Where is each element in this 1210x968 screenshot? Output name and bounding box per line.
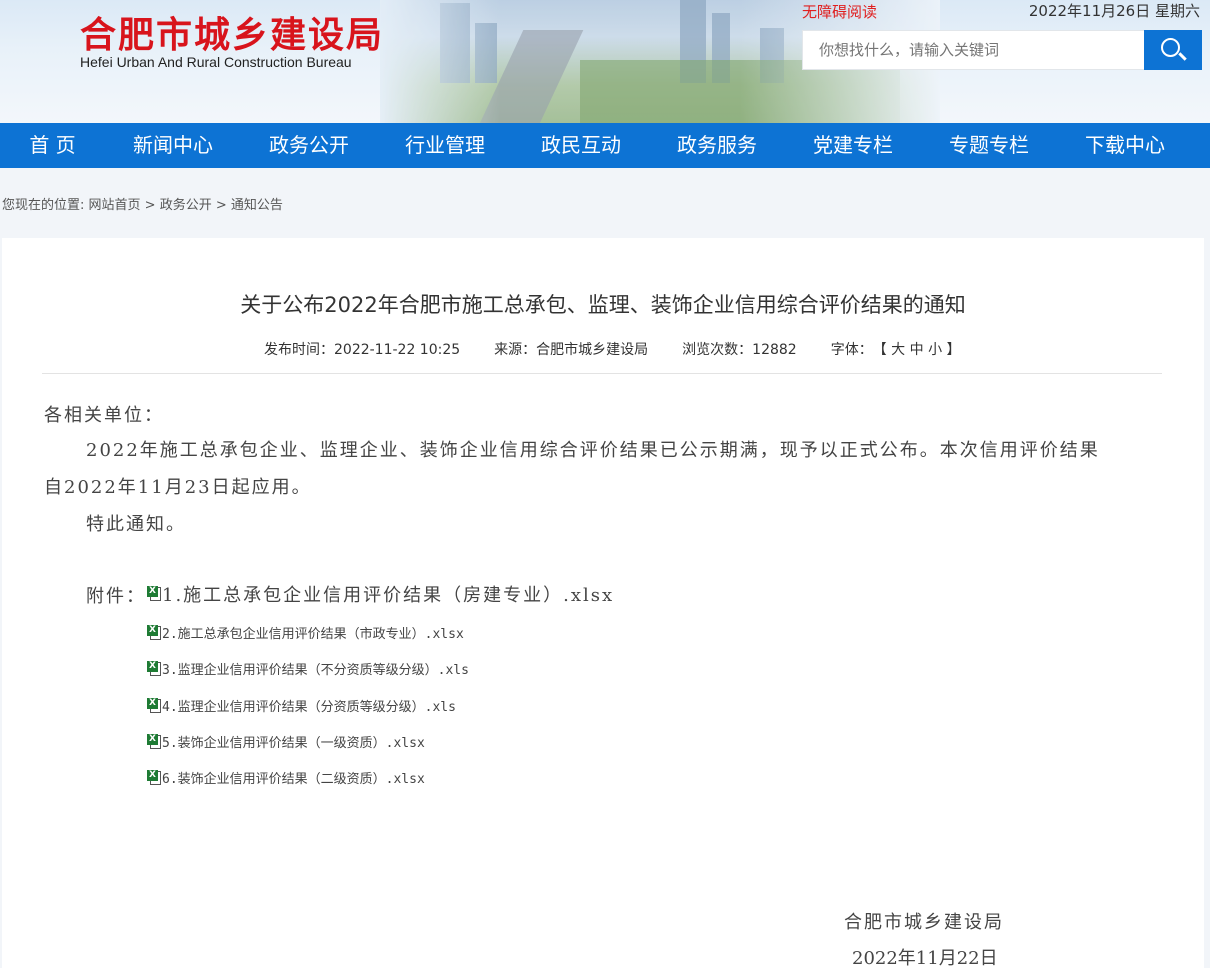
nav-item-home[interactable]: 首 页 bbox=[0, 123, 105, 168]
attachment-link-1[interactable]: X 1.施工总承包企业信用评价结果（房建专业）.xlsx bbox=[147, 581, 614, 607]
attachment-title: 1.施工总承包企业信用评价结果（房建专业）.xlsx bbox=[162, 585, 615, 606]
accessibility-link[interactable]: 无障碍阅读 bbox=[802, 1, 877, 22]
nav-item-party[interactable]: 党建专栏 bbox=[785, 123, 921, 168]
excel-file-icon: X bbox=[147, 697, 162, 714]
salutation: 各相关单位： bbox=[44, 405, 164, 426]
attachment-link-2[interactable]: X 2.施工总承包企业信用评价结果（市政专业）.xlsx bbox=[147, 623, 464, 642]
publish-time: 发布时间：2022-11-22 10:25 bbox=[264, 342, 461, 358]
nav-item-interaction[interactable]: 政民互动 bbox=[513, 123, 649, 168]
nav-item-gov-affairs[interactable]: 政务公开 bbox=[241, 123, 377, 168]
article-container: 关于公布2022年合肥市施工总承包、监理、装饰企业信用综合评价结果的通知 发布时… bbox=[2, 238, 1204, 968]
article-title: 关于公布2022年合肥市施工总承包、监理、装饰企业信用综合评价结果的通知 bbox=[240, 293, 966, 317]
attachment-link-3[interactable]: X 3.监理企业信用评价结果（不分资质等级分级）.xls bbox=[147, 659, 469, 678]
signature-date: 2022年11月22日 bbox=[852, 948, 998, 968]
signature-organization: 合肥市城乡建设局 bbox=[844, 912, 1004, 933]
current-date: 2022年11月26日 星期六 bbox=[1028, 2, 1200, 20]
site-logo-subtitle: Hefei Urban And Rural Construction Burea… bbox=[80, 54, 352, 70]
attachment-title: 2.施工总承包企业信用评价结果（市政专业）.xlsx bbox=[162, 627, 464, 642]
site-header: 合肥市城乡建设局 Hefei Urban And Rural Construct… bbox=[0, 0, 1210, 123]
article-meta: 发布时间：2022-11-22 10:25 来源：合肥市城乡建设局 浏览次数：1… bbox=[264, 339, 995, 359]
breadcrumb-gov-affairs[interactable]: 政务公开 bbox=[160, 198, 212, 213]
attachment-title: 4.监理企业信用评价结果（分资质等级分级）.xls bbox=[162, 700, 456, 715]
font-size-selector[interactable]: 【 大 中 小 】 bbox=[873, 339, 961, 359]
breadcrumb-prefix: 您现在的位置: bbox=[2, 198, 85, 213]
nav-item-industry[interactable]: 行业管理 bbox=[377, 123, 513, 168]
excel-file-icon: X bbox=[147, 660, 162, 677]
font-size-label: 字体： bbox=[830, 342, 873, 358]
breadcrumb: 您现在的位置: 网站首页 > 政务公开 > 通知公告 bbox=[2, 194, 283, 213]
excel-file-icon: X bbox=[147, 624, 162, 641]
site-logo-title[interactable]: 合肥市城乡建设局 bbox=[80, 6, 384, 58]
view-count: 浏览次数：12882 bbox=[682, 342, 797, 358]
article-source: 来源：合肥市城乡建设局 bbox=[494, 342, 649, 358]
breadcrumb-home[interactable]: 网站首页 bbox=[89, 198, 141, 213]
attachment-title: 6.装饰企业信用评价结果（二级资质）.xlsx bbox=[162, 772, 425, 787]
attachment-link-6[interactable]: X 6.装饰企业信用评价结果（二级资质）.xlsx bbox=[147, 768, 425, 787]
nav-item-news[interactable]: 新闻中心 bbox=[105, 123, 241, 168]
body-paragraph-line2: 自2022年11月23日起应用。 bbox=[44, 477, 312, 498]
search-button[interactable] bbox=[1144, 30, 1202, 70]
body-paragraph-line1: 2022年施工总承包企业、监理企业、装饰企业信用综合评价结果已公示期满，现予以正… bbox=[86, 440, 1100, 461]
search-input[interactable] bbox=[802, 30, 1144, 70]
attachments-label: 附件： bbox=[86, 586, 146, 607]
breadcrumb-separator: > bbox=[140, 198, 160, 213]
breadcrumb-separator: > bbox=[211, 198, 231, 213]
attachment-title: 3.监理企业信用评价结果（不分资质等级分级）.xls bbox=[162, 663, 469, 678]
notice-closing: 特此通知。 bbox=[86, 514, 186, 535]
attachment-link-4[interactable]: X 4.监理企业信用评价结果（分资质等级分级）.xls bbox=[147, 696, 456, 715]
attachment-link-5[interactable]: X 5.装饰企业信用评价结果（一级资质）.xlsx bbox=[147, 732, 425, 751]
excel-file-icon: X bbox=[147, 586, 162, 602]
nav-item-downloads[interactable]: 下载中心 bbox=[1057, 123, 1193, 168]
breadcrumb-notices[interactable]: 通知公告 bbox=[231, 198, 283, 213]
attachment-title: 5.装饰企业信用评价结果（一级资质）.xlsx bbox=[162, 736, 425, 751]
nav-item-topics[interactable]: 专题专栏 bbox=[921, 123, 1057, 168]
excel-file-icon: X bbox=[147, 769, 162, 786]
excel-file-icon: X bbox=[147, 733, 162, 750]
main-nav: 首 页 新闻中心 政务公开 行业管理 政民互动 政务服务 党建专栏 专题专栏 下… bbox=[0, 123, 1210, 168]
nav-item-services[interactable]: 政务服务 bbox=[649, 123, 785, 168]
meta-divider bbox=[42, 373, 1162, 374]
